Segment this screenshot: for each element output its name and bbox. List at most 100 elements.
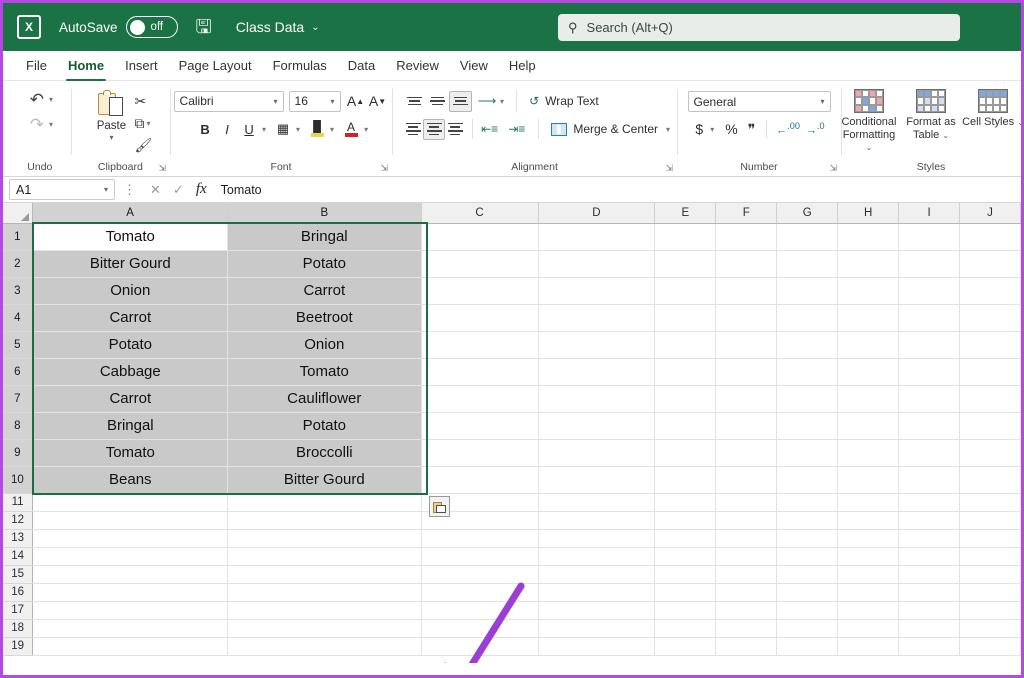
cell-g8[interactable] — [776, 412, 839, 440]
select-all-corner[interactable] — [3, 203, 34, 224]
cell-a17[interactable] — [32, 601, 228, 620]
cell-h16[interactable] — [837, 583, 900, 602]
format-as-table-chevron-down-icon[interactable]: ⌄ — [942, 131, 949, 140]
increase-decimal-icon[interactable]: ←.00 — [773, 121, 803, 137]
cell-d10[interactable] — [538, 466, 656, 494]
decrease-decimal-icon[interactable]: →.0 — [803, 121, 828, 137]
column-header-i[interactable]: I — [898, 203, 960, 224]
row-header-2[interactable]: 2 — [3, 250, 34, 278]
cell-j16[interactable] — [959, 583, 1021, 602]
cell-g1[interactable] — [776, 223, 839, 251]
cell-g9[interactable] — [776, 439, 839, 467]
underline-chevron-down-icon[interactable]: ▾ — [262, 125, 266, 134]
cell-d17[interactable] — [538, 601, 656, 620]
cell-c5[interactable] — [421, 331, 539, 359]
cell-j4[interactable] — [959, 304, 1021, 332]
orientation-chevron-down-icon[interactable]: ▾ — [500, 97, 504, 106]
redo-button[interactable]: ↷ — [27, 114, 47, 135]
cell-b12[interactable] — [227, 511, 422, 530]
cell-f11[interactable] — [715, 493, 778, 512]
document-title-chevron-down-icon[interactable]: ⌄ — [311, 22, 319, 33]
cell-h13[interactable] — [837, 529, 900, 548]
cell-e14[interactable] — [654, 547, 717, 566]
cell-b19[interactable] — [227, 637, 422, 656]
cell-i14[interactable] — [898, 547, 960, 566]
cell-c13[interactable] — [421, 529, 539, 548]
cell-a4[interactable]: Carrot — [32, 304, 228, 332]
cell-e8[interactable] — [654, 412, 717, 440]
font-size-select[interactable]: 16 ▾ — [288, 90, 341, 112]
decrease-font-size-button[interactable]: A ▼ — [367, 90, 389, 112]
name-box[interactable]: A1 ▾ — [9, 179, 115, 200]
cell-i16[interactable] — [898, 583, 960, 602]
cell-b18[interactable] — [227, 619, 422, 638]
tab-help[interactable]: Help — [500, 54, 545, 77]
cell-h19[interactable] — [837, 637, 900, 656]
cell-h3[interactable] — [837, 277, 900, 305]
cell-h11[interactable] — [837, 493, 900, 512]
borders-chevron-down-icon[interactable]: ▾ — [296, 125, 300, 134]
cell-h2[interactable] — [837, 250, 900, 278]
cell-d16[interactable] — [538, 583, 656, 602]
cell-g4[interactable] — [776, 304, 839, 332]
column-header-a[interactable]: A — [32, 203, 228, 224]
tab-view[interactable]: View — [451, 54, 497, 77]
cell-h4[interactable] — [837, 304, 900, 332]
cell-f2[interactable] — [715, 250, 778, 278]
cell-h15[interactable] — [837, 565, 900, 584]
cell-b15[interactable] — [227, 565, 422, 584]
confirm-entry-icon[interactable]: ✓ — [167, 182, 190, 198]
cell-h10[interactable] — [837, 466, 900, 494]
autosave-toggle[interactable]: off — [125, 16, 178, 38]
excel-logo-icon[interactable]: X — [17, 15, 41, 39]
cell-a3[interactable]: Onion — [32, 277, 228, 305]
column-header-h[interactable]: H — [837, 203, 900, 224]
cell-h12[interactable] — [837, 511, 900, 530]
cell-g5[interactable] — [776, 331, 839, 359]
row-header-14[interactable]: 14 — [3, 547, 34, 566]
cell-g6[interactable] — [776, 358, 839, 386]
align-top-button[interactable] — [403, 91, 426, 112]
cell-e5[interactable] — [654, 331, 717, 359]
increase-indent-icon[interactable]: ⇥≡ — [507, 118, 526, 140]
cell-e18[interactable] — [654, 619, 717, 638]
tab-page-layout[interactable]: Page Layout — [170, 54, 261, 77]
cell-f14[interactable] — [715, 547, 778, 566]
cell-d9[interactable] — [538, 439, 656, 467]
cell-d11[interactable] — [538, 493, 656, 512]
document-title[interactable]: Class Data — [236, 19, 304, 35]
conditional-formatting-chevron-down-icon[interactable]: ⌄ — [866, 143, 873, 152]
decrease-indent-icon[interactable]: ⇤≡ — [480, 118, 499, 140]
cell-f5[interactable] — [715, 331, 778, 359]
fill-color-chevron-down-icon[interactable]: ▾ — [330, 125, 334, 134]
cell-j9[interactable] — [959, 439, 1021, 467]
merge-chevron-down-icon[interactable]: ▾ — [666, 125, 670, 134]
cell-e11[interactable] — [654, 493, 717, 512]
cell-j14[interactable] — [959, 547, 1021, 566]
cell-b14[interactable] — [227, 547, 422, 566]
cell-e10[interactable] — [654, 466, 717, 494]
align-center-button[interactable] — [423, 118, 446, 140]
undo-chevron-down-icon[interactable]: ▾ — [49, 95, 53, 104]
cell-d3[interactable] — [538, 277, 656, 305]
cell-d4[interactable] — [538, 304, 656, 332]
row-header-7[interactable]: 7 — [3, 385, 34, 413]
copy-icon[interactable]: ⧉ ▾ — [134, 113, 152, 133]
cell-i3[interactable] — [898, 277, 960, 305]
cell-i2[interactable] — [898, 250, 960, 278]
align-middle-button[interactable] — [426, 91, 449, 112]
cell-j17[interactable] — [959, 601, 1021, 620]
cell-i5[interactable] — [898, 331, 960, 359]
cell-f1[interactable] — [715, 223, 778, 251]
cell-e16[interactable] — [654, 583, 717, 602]
cell-i10[interactable] — [898, 466, 960, 494]
cell-f10[interactable] — [715, 466, 778, 494]
paste-button[interactable]: Paste ▾ — [88, 87, 134, 142]
align-bottom-button[interactable] — [449, 90, 473, 112]
cell-d6[interactable] — [538, 358, 656, 386]
cell-b9[interactable]: Broccolli — [227, 439, 422, 467]
cell-a9[interactable]: Tomato — [32, 439, 228, 467]
cell-j13[interactable] — [959, 529, 1021, 548]
cell-e2[interactable] — [654, 250, 717, 278]
row-header-12[interactable]: 12 — [3, 511, 34, 530]
